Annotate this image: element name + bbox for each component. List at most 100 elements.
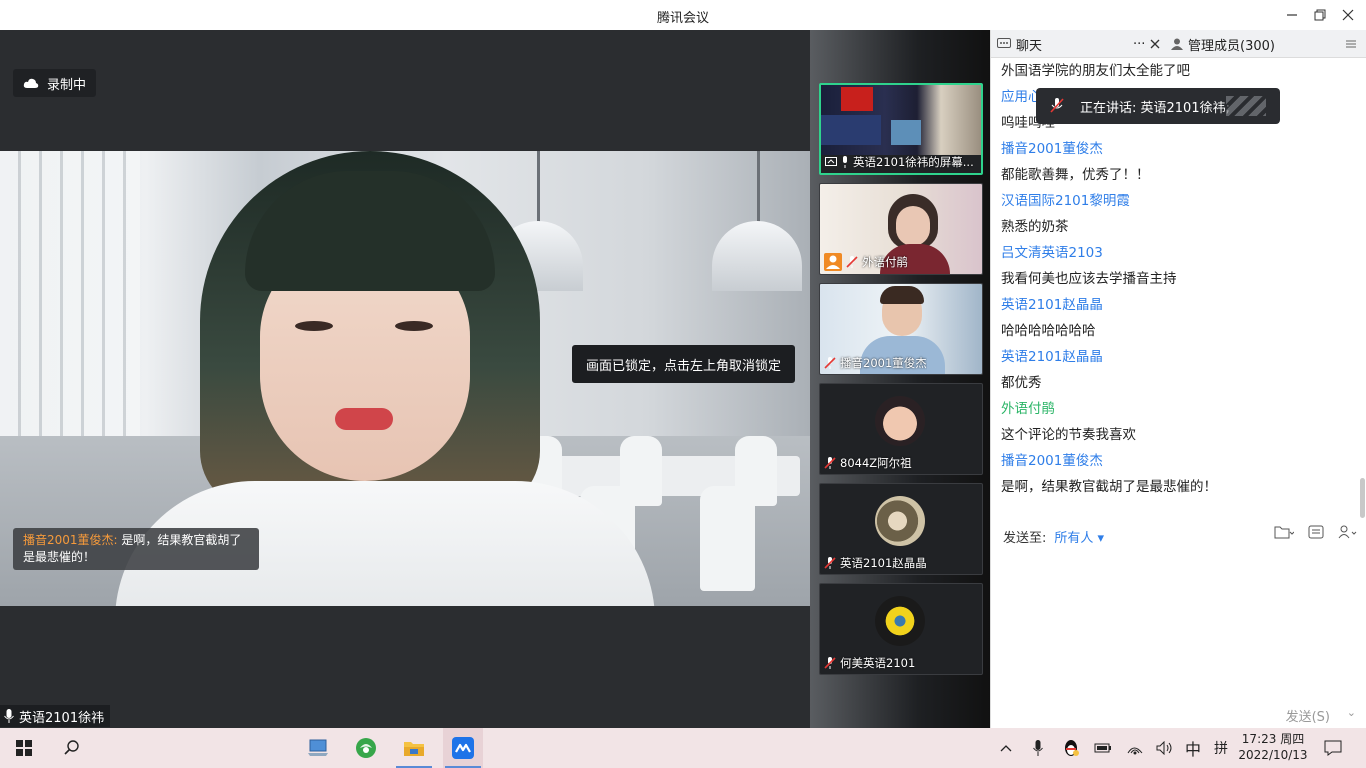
current-speaker-tag: 英语2101徐祎 (0, 705, 111, 727)
thumbnail-participant[interactable]: 8044Z阿尔祖 (819, 383, 983, 475)
minimize-button[interactable] (1278, 0, 1306, 30)
close-icon (1150, 39, 1160, 49)
volume-icon (1156, 741, 1172, 755)
notification-button[interactable] (1318, 728, 1348, 768)
wifi-icon (1127, 747, 1143, 755)
chat-scrollbar[interactable] (1358, 58, 1366, 520)
chat-message-sender[interactable]: 英语2101赵晶晶 (1001, 292, 1353, 318)
chat-bubble-icon (997, 38, 1011, 48)
microphone-icon (4, 709, 14, 723)
clock-time: 17:23 周四 (1241, 732, 1305, 746)
taskbar-app-file-explorer[interactable] (394, 728, 434, 768)
clock-date: 2022/10/13 (1238, 748, 1308, 762)
thumbnail-participant[interactable]: 英语2101赵晶晶 (819, 483, 983, 575)
mic-muted-icon (824, 657, 836, 669)
search-icon (64, 740, 79, 755)
chat-message-sender[interactable]: 播音2001董俊杰 (1001, 448, 1353, 474)
microphone-icon (843, 156, 847, 168)
tray-qq[interactable] (1060, 728, 1082, 768)
mic-muted-icon (1050, 98, 1064, 113)
chat-message-sender[interactable]: 外语付鹃 (1001, 396, 1353, 422)
thumbnail-label: 8044Z阿尔祖 (840, 456, 912, 470)
folder-icon (404, 742, 424, 756)
thumbnail-label: 英语2101徐祎的屏幕... (853, 155, 974, 169)
tab-chat[interactable]: 聊天 (997, 30, 1042, 58)
qq-penguin-icon (1065, 740, 1079, 756)
tab-chat-label: 聊天 (1016, 38, 1043, 54)
tray-battery[interactable] (1092, 728, 1114, 768)
start-button[interactable] (4, 728, 44, 768)
avatar (875, 496, 925, 546)
chat-message-list[interactable]: 外国语学院的朋友们太全能了吧应用心理2201郝冉呜哇呜哇播音2001董俊杰都能歌… (1001, 58, 1353, 520)
chat-message-sender[interactable]: 吕文清英语2103 (1001, 240, 1353, 266)
thumbnail-participant[interactable]: 播音2001董俊杰 (819, 283, 983, 375)
person-icon (1171, 38, 1183, 50)
thumbnail-label: 英语2101赵晶晶 (840, 556, 927, 570)
chat-menu-button[interactable] (1346, 30, 1356, 58)
thumbnail-label: 播音2001董俊杰 (840, 356, 927, 370)
chat-message-text: 是啊，结果教官截胡了是最悲催的！ (1001, 479, 1217, 495)
send-to-target[interactable]: 所有人 ▾ (1054, 527, 1104, 546)
mic-muted-icon (824, 357, 836, 369)
screen-share-icon (825, 157, 837, 166)
tray-volume[interactable] (1154, 728, 1176, 768)
notification-icon (1324, 740, 1342, 756)
tray-network[interactable] (1124, 728, 1146, 768)
send-to-row: 发送至: 所有人 ▾ (1003, 527, 1104, 546)
chat-message-overlay: 播音2001董俊杰: 是啊，结果教官截胡了是最悲催的！ (13, 528, 259, 570)
taskbar-app-computer[interactable] (298, 728, 338, 768)
chat-permission-button[interactable] (1338, 525, 1358, 543)
thumbnail-label: 外语付鹃 (862, 255, 908, 269)
mic-muted-icon (824, 557, 836, 569)
taskbar-app-tencent-meeting[interactable] (443, 728, 483, 768)
chat-more-button[interactable]: ··· (1133, 30, 1145, 58)
chat-panel: 聊天 ··· 管理成员(300) 外国语学院的朋友们太全能了吧应用心理2201郝… (990, 30, 1366, 728)
chat-message-text: 这个评论的节奏我喜欢 (1001, 427, 1136, 443)
close-window-button[interactable] (1334, 0, 1362, 30)
restore-button[interactable] (1306, 0, 1334, 30)
chat-toolbar (1274, 525, 1358, 543)
chat-message-sender[interactable]: 英语2101赵晶晶 (1001, 344, 1353, 370)
taskbar-clock[interactable]: 17:23 周四 2022/10/13 (1238, 731, 1308, 763)
tab-members[interactable]: 管理成员(300) (1171, 30, 1275, 58)
speaker-name: 英语2101徐祎 (19, 710, 105, 726)
title-bar: 腾讯会议 (0, 0, 1366, 30)
file-folder-button[interactable] (1274, 525, 1295, 543)
recording-badge[interactable]: 录制中 (13, 69, 97, 97)
chat-message-sender[interactable]: 播音2001董俊杰 (1001, 136, 1353, 162)
chat-message-sender[interactable]: 汉语国际2101黎明霞 (1001, 188, 1353, 214)
participant-thumbnails: 英语2101徐祎的屏幕... 外语付鹃 播音2001董俊杰 8044Z阿尔祖 英… (810, 30, 990, 728)
thumbnail-screen-share[interactable]: 英语2101徐祎的屏幕... (819, 83, 983, 175)
send-button[interactable]: 发送(S) (1286, 706, 1330, 725)
recording-label: 录制中 (47, 77, 87, 93)
announcement-icon (1308, 525, 1324, 539)
search-button[interactable] (52, 728, 92, 768)
menu-icon (1346, 40, 1356, 48)
taskbar-app-browser[interactable] (346, 728, 386, 768)
chat-message-text: 都优秀 (1001, 375, 1042, 391)
cloud-icon (23, 78, 39, 88)
overlay-sender: 播音2001董俊杰: (23, 533, 118, 547)
send-options-chevron-icon[interactable]: ⌄ (1347, 706, 1356, 719)
speaking-text: 正在讲话: 英语2101徐祎; (1080, 100, 1230, 116)
more-icon: ··· (1133, 36, 1146, 52)
speaking-indicator: 正在讲话: 英语2101徐祎; (1036, 88, 1280, 124)
close-chat-button[interactable] (1150, 30, 1160, 58)
video-area: 录制中 播音2001董俊杰: 是啊，结果教官截胡了是最悲催的！ 画面已锁定，点击… (0, 30, 810, 728)
avatar (875, 596, 925, 646)
tray-microphone[interactable] (1028, 728, 1048, 768)
tencent-meeting-icon (452, 737, 474, 759)
thumbnail-participant[interactable]: 外语付鹃 (819, 183, 983, 275)
tray-ime-language[interactable]: 中 (1182, 728, 1204, 768)
tray-ime-mode[interactable]: 拼 (1210, 728, 1232, 768)
battery-icon (1094, 743, 1111, 753)
chat-message-text: 我看何美也应该去学播音主持 (1001, 271, 1177, 287)
windows-icon (16, 740, 32, 756)
thumbnail-participant[interactable]: 何美英语2101 (819, 583, 983, 675)
send-to-label: 发送至: (1003, 531, 1047, 546)
announcement-button[interactable] (1308, 525, 1324, 543)
speaking-avatar-thumbnails (1226, 96, 1266, 116)
tray-expand-button[interactable] (996, 728, 1016, 768)
chat-message-text: 外国语学院的朋友们太全能了吧 (1001, 63, 1190, 79)
mic-muted-icon (846, 256, 858, 268)
